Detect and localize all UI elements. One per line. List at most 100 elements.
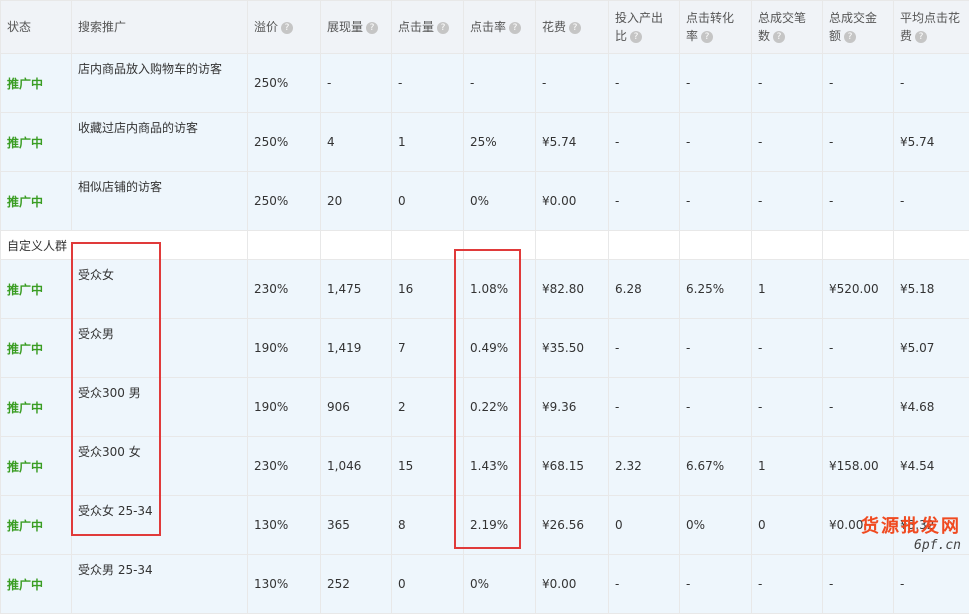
cell-cost: ¥82.80 xyxy=(536,260,609,319)
header-gmv[interactable]: 总成交金额? xyxy=(823,1,894,54)
cell-name[interactable]: 店内商品放入购物车的访客 xyxy=(72,54,248,113)
help-icon[interactable]: ? xyxy=(509,22,521,34)
cell-orders: - xyxy=(752,113,823,172)
cell-name[interactable]: 受众300 女 xyxy=(72,437,248,496)
cell-impressions: 1,475 xyxy=(321,260,392,319)
cell-name[interactable]: 受众女 xyxy=(72,260,248,319)
header-cpc[interactable]: 平均点击花费? xyxy=(894,1,969,54)
cell-gmv: - xyxy=(823,172,894,231)
cell-roi: - xyxy=(609,378,680,437)
cell-premium: 190% xyxy=(248,319,321,378)
cell-cost: ¥0.00 xyxy=(536,555,609,614)
help-icon[interactable]: ? xyxy=(366,22,378,34)
cell-cvr: 0% xyxy=(680,496,752,555)
group-empty-cell xyxy=(609,231,680,260)
cell-clicks: 8 xyxy=(392,496,464,555)
cell-cpc: ¥4.68 xyxy=(894,378,969,437)
group-empty-cell xyxy=(248,231,321,260)
cell-orders: 1 xyxy=(752,437,823,496)
cell-status[interactable]: 推广中 xyxy=(1,555,72,614)
cell-impressions: 252 xyxy=(321,555,392,614)
cell-orders: - xyxy=(752,54,823,113)
cell-impressions: 20 xyxy=(321,172,392,231)
group-empty-cell xyxy=(321,231,392,260)
cell-name[interactable]: 受众300 男 xyxy=(72,378,248,437)
cell-name[interactable]: 相似店铺的访客 xyxy=(72,172,248,231)
cell-cvr: - xyxy=(680,378,752,437)
cell-status[interactable]: 推广中 xyxy=(1,260,72,319)
table-row[interactable]: 推广中店内商品放入购物车的访客250%--------- xyxy=(1,54,969,113)
table-row[interactable]: 推广中受众300 女230%1,046151.43%¥68.152.326.67… xyxy=(1,437,969,496)
cell-clicks: 0 xyxy=(392,172,464,231)
cell-orders: 0 xyxy=(752,496,823,555)
cell-status[interactable]: 推广中 xyxy=(1,319,72,378)
header-clicks[interactable]: 点击量? xyxy=(392,1,464,54)
header-ctr[interactable]: 点击率? xyxy=(464,1,536,54)
help-icon[interactable]: ? xyxy=(281,22,293,34)
group-empty-cell xyxy=(823,231,894,260)
cell-roi: - xyxy=(609,54,680,113)
cell-ctr: 0% xyxy=(464,555,536,614)
table-row[interactable]: 推广中收藏过店内商品的访客250%4125%¥5.74----¥5.74 xyxy=(1,113,969,172)
cell-status[interactable]: 推广中 xyxy=(1,496,72,555)
cell-gmv: - xyxy=(823,113,894,172)
cell-premium: 250% xyxy=(248,54,321,113)
watermark-url: 6pf.cn xyxy=(861,538,961,553)
cell-ctr: 25% xyxy=(464,113,536,172)
header-cost[interactable]: 花费? xyxy=(536,1,609,54)
cell-roi: - xyxy=(609,555,680,614)
group-empty-cell xyxy=(464,231,536,260)
cell-clicks: 7 xyxy=(392,319,464,378)
cell-clicks: 0 xyxy=(392,555,464,614)
cell-cost: ¥68.15 xyxy=(536,437,609,496)
header-roi[interactable]: 投入产出比? xyxy=(609,1,680,54)
cell-status[interactable]: 推广中 xyxy=(1,437,72,496)
help-icon[interactable]: ? xyxy=(437,22,449,34)
cell-status[interactable]: 推广中 xyxy=(1,113,72,172)
cell-clicks: 1 xyxy=(392,113,464,172)
cell-premium: 250% xyxy=(248,113,321,172)
cell-cvr: - xyxy=(680,319,752,378)
help-icon[interactable]: ? xyxy=(701,31,713,43)
cell-cost: ¥5.74 xyxy=(536,113,609,172)
cell-cpc: ¥4.54 xyxy=(894,437,969,496)
header-impressions[interactable]: 展现量? xyxy=(321,1,392,54)
cell-orders: - xyxy=(752,378,823,437)
table-row[interactable]: 推广中相似店铺的访客250%2000%¥0.00----- xyxy=(1,172,969,231)
watermark: 货源批发网 6pf.cn xyxy=(861,512,961,553)
help-icon[interactable]: ? xyxy=(915,31,927,43)
table-row[interactable]: 推广中受众300 男190%90620.22%¥9.36----¥4.68 xyxy=(1,378,969,437)
cell-cost: ¥9.36 xyxy=(536,378,609,437)
cell-cvr: - xyxy=(680,113,752,172)
help-icon[interactable]: ? xyxy=(630,31,642,43)
cell-status[interactable]: 推广中 xyxy=(1,378,72,437)
cell-status[interactable]: 推广中 xyxy=(1,54,72,113)
help-icon[interactable]: ? xyxy=(773,31,785,43)
table-row[interactable]: 推广中受众女 25-34130%36582.19%¥26.5600%0¥0.00… xyxy=(1,496,969,555)
header-cvr[interactable]: 点击转化率? xyxy=(680,1,752,54)
table-row[interactable]: 推广中受众女230%1,475161.08%¥82.806.286.25%1¥5… xyxy=(1,260,969,319)
cell-gmv: ¥520.00 xyxy=(823,260,894,319)
cell-cpc: - xyxy=(894,54,969,113)
help-icon[interactable]: ? xyxy=(569,22,581,34)
cell-name[interactable]: 收藏过店内商品的访客 xyxy=(72,113,248,172)
header-search-promo[interactable]: 搜索推广 xyxy=(72,1,248,54)
campaign-table: 状态 搜索推广 溢价? 展现量? 点击量? 点击率? 花费? 投入产出比? 点击… xyxy=(0,0,969,614)
header-orders[interactable]: 总成交笔数? xyxy=(752,1,823,54)
header-status[interactable]: 状态 xyxy=(1,1,72,54)
cell-name[interactable]: 受众男 xyxy=(72,319,248,378)
cell-name[interactable]: 受众女 25-34 xyxy=(72,496,248,555)
table-row[interactable]: 推广中受众男190%1,41970.49%¥35.50----¥5.07 xyxy=(1,319,969,378)
cell-status[interactable]: 推广中 xyxy=(1,172,72,231)
cell-cost: ¥0.00 xyxy=(536,172,609,231)
table-row[interactable]: 推广中受众男 25-34130%25200%¥0.00----- xyxy=(1,555,969,614)
cell-name[interactable]: 受众男 25-34 xyxy=(72,555,248,614)
cell-cpc: ¥5.74 xyxy=(894,113,969,172)
cell-gmv: - xyxy=(823,378,894,437)
header-premium[interactable]: 溢价? xyxy=(248,1,321,54)
cell-clicks: 16 xyxy=(392,260,464,319)
cell-cost: - xyxy=(536,54,609,113)
cell-impressions: 4 xyxy=(321,113,392,172)
cell-gmv: - xyxy=(823,319,894,378)
help-icon[interactable]: ? xyxy=(844,31,856,43)
